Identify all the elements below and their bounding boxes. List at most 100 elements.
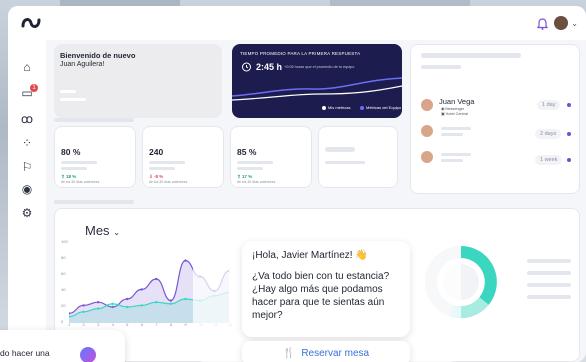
top-bar: ⌄ (8, 6, 586, 40)
logo-icon (21, 18, 41, 28)
skeleton-line (325, 147, 355, 152)
response-time-subtitle: +0:05 horas que el promedio de tu equipo (284, 65, 355, 69)
data-point (155, 277, 158, 281)
skeleton-line (421, 65, 461, 69)
stat-value: 80 % (61, 147, 81, 157)
chevron-down-icon[interactable]: ⌄ (571, 19, 578, 28)
skeleton-line (325, 161, 365, 164)
skeleton-line (60, 90, 76, 93)
stat-change-sub: de los 30 días anteriores (149, 180, 188, 184)
flag-icon[interactable]: ⚐ (20, 160, 34, 174)
data-point (140, 288, 143, 291)
data-point (155, 301, 158, 304)
skeleton-line (527, 295, 571, 299)
skeleton-line (61, 167, 87, 170)
stat-change-sub: de los 30 días anteriores (237, 180, 276, 184)
data-point (96, 307, 100, 310)
stat-card-placeholder (318, 126, 398, 188)
data-point (184, 297, 187, 301)
home-icon[interactable]: ⌂ (20, 60, 34, 74)
skeleton-line (441, 159, 463, 162)
stat-change-value: 17 % (242, 174, 253, 179)
settings-icon[interactable]: ⚙ (20, 206, 34, 220)
data-point (140, 304, 143, 307)
notification-badge: 1 (30, 84, 38, 92)
chart-period-label: Mes (85, 223, 110, 238)
palette-icon[interactable]: ◉ (20, 182, 34, 196)
chat-message: ¿Va todo bien con tu estancia? ¿Hay algo… (252, 271, 390, 321)
sidebar: ⌂ ▭ 1 ꝏ ⁘ ⚐ ◉ ⚙ (8, 40, 46, 362)
data-point (82, 304, 85, 307)
skeleton-line (237, 161, 273, 164)
chat-bubble: ¡Hola, Javier Martínez! 👋 ¿Va todo bien … (242, 241, 410, 337)
bell-icon[interactable] (537, 18, 548, 30)
response-time-card: TIEMPO PROMEDIO PARA LA PRIMERA RESPUEST… (232, 44, 402, 118)
welcome-card: Bienvenido de nuevo Juan Aguilera! (54, 44, 222, 118)
users-icon[interactable]: ꝏ (20, 112, 34, 126)
conversations-panel: Juan Vega ◉ Messenger ▣ Hotel Central 1 … (410, 44, 580, 194)
messenger-icon (80, 347, 96, 362)
contact-name[interactable]: Juan Vega (439, 97, 474, 106)
skeleton-line (441, 153, 471, 156)
stat-change-value: -8 % (154, 174, 164, 179)
skeleton-line (237, 167, 263, 170)
y-tick-label: 20 (61, 303, 66, 308)
contact-time: 1 day (537, 100, 561, 110)
skeleton-line (54, 200, 134, 204)
stat-change-sub: de los 30 días anteriores (61, 180, 100, 184)
legend-mine: Mis métricas (322, 105, 350, 110)
data-point (125, 297, 129, 301)
unread-dot (567, 158, 571, 162)
contact-avatar (421, 125, 433, 137)
y-tick-label: 0 (61, 319, 64, 324)
welcome-title: Bienvenido de nuevo (60, 51, 136, 60)
stat-card: 85 % ⇧ 17 % de los 30 días anteriores (230, 126, 312, 188)
chart-period-select[interactable]: Mes ⌄ (85, 223, 120, 238)
skeleton-line (441, 127, 471, 130)
response-time-value: 2:45 h (256, 62, 283, 72)
chevron-down-icon: ⌄ (113, 228, 120, 237)
skeleton-line (149, 167, 175, 170)
legend-team-label: Métricas del Equipo (366, 105, 402, 110)
unread-dot (567, 132, 571, 136)
data-point (96, 301, 100, 304)
hotel-icon: ▣ Hotel Central (441, 112, 468, 116)
bottom-message-text: do hacer una (0, 348, 50, 358)
y-tick-label: 100 (61, 239, 68, 244)
stat-card: 240 ⇩ -8 % de los 30 días anteriores (142, 126, 224, 188)
skeleton-line (527, 283, 571, 287)
unread-dot (567, 103, 571, 107)
data-point (111, 302, 114, 305)
skeleton-line (421, 53, 521, 58)
data-point (169, 302, 173, 305)
contact-avatar (421, 99, 433, 111)
response-time-sparkline (232, 77, 402, 101)
contact-avatar (421, 151, 433, 163)
data-point (184, 259, 187, 262)
skeleton-line (149, 161, 185, 164)
contact-time: 2 days (535, 129, 562, 139)
stat-card: 80 % ⇧ 18 % de los 30 días anteriores (54, 126, 136, 188)
welcome-name: Juan Aguilera! (60, 61, 105, 68)
stat-value: 85 % (237, 147, 257, 157)
skeleton-line (527, 271, 571, 275)
legend-mine-label: Mis métricas (328, 105, 351, 110)
user-avatar[interactable] (554, 16, 568, 30)
cutlery-icon: 🍴 (282, 347, 296, 359)
data-point (125, 305, 129, 309)
skeleton-line (441, 133, 463, 136)
response-time-title: TIEMPO PROMEDIO PARA LA PRIMERA RESPUEST… (240, 51, 361, 56)
chat-greeting: ¡Hola, Javier Martínez! 👋 (252, 250, 368, 261)
legend-team: Métricas del Equipo (360, 105, 401, 110)
stat-value: 240 (149, 147, 164, 157)
contact-property: Hotel Central (445, 112, 468, 116)
skeleton-line (60, 98, 86, 101)
reserve-table-button[interactable]: 🍴 Reservar mesa (242, 341, 410, 362)
y-tick-label: 60 (61, 271, 66, 276)
data-point (82, 310, 85, 313)
apps-icon[interactable]: ⁘ (20, 136, 34, 150)
reserve-table-label: Reservar mesa (301, 347, 370, 359)
clock-icon (242, 62, 251, 72)
skeleton-line (54, 118, 134, 122)
contact-time: 1 week (535, 155, 563, 165)
